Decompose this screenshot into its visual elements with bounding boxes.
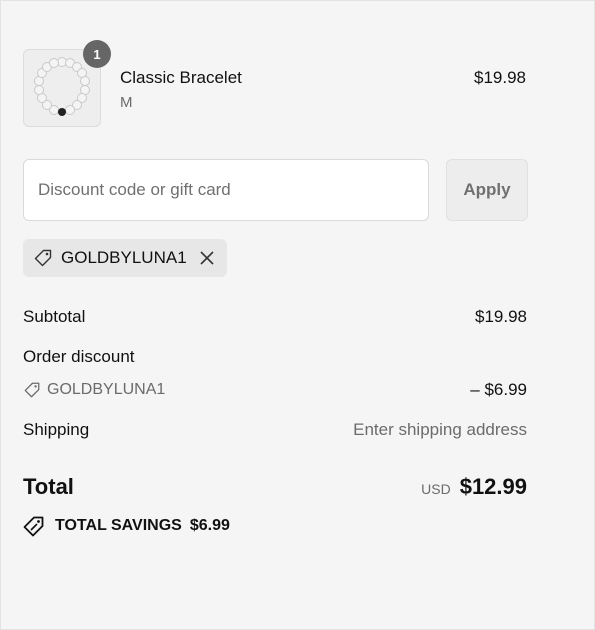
applied-discount-code: GOLDBYLUNA1 [61,248,187,267]
total-savings: TOTAL SAVINGS $6.99 [23,515,230,537]
discount-code-input[interactable] [23,159,429,221]
total-row: Total USD $12.99 [23,474,527,500]
order-summary-panel: 1 Classic Bracelet M $19.98 Apply GOLDBY… [0,0,595,630]
tag-icon [24,382,40,398]
quantity-badge: 1 [83,40,111,68]
total-amount: $12.99 [459,474,527,499]
shipping-label: Shipping [23,420,90,439]
savings-tag-icon [23,516,44,537]
order-discount-label: Order discount [23,347,135,366]
discount-code-line: GOLDBYLUNA1 [23,381,165,399]
discount-value: – $6.99 [470,380,527,399]
remove-discount-button[interactable] [199,250,215,266]
apply-button[interactable]: Apply [446,159,528,221]
tag-icon [34,249,52,267]
total-savings-value: $6.99 [189,517,230,534]
close-icon [200,251,214,265]
product-name: Classic Bracelet [120,68,242,87]
discount-code-row: GOLDBYLUNA1 – $6.99 [23,380,527,400]
total-value-group: USD $12.99 [421,474,527,500]
subtotal-label: Subtotal [23,307,86,326]
subtotal-row: Subtotal $19.98 [23,307,527,327]
order-discount-row: Order discount [23,347,527,367]
product-variant: M [120,94,133,111]
total-label: Total [23,474,74,499]
shipping-row: Shipping Enter shipping address [23,420,527,440]
subtotal-value: $19.98 [475,307,527,326]
applied-discount-chip: GOLDBYLUNA1 [23,239,227,277]
total-savings-label: TOTAL SAVINGS [55,517,182,534]
currency-code: USD [421,481,451,497]
discount-code-name: GOLDBYLUNA1 [47,381,166,398]
product-price: $19.98 [474,68,526,87]
shipping-value: Enter shipping address [353,420,527,439]
